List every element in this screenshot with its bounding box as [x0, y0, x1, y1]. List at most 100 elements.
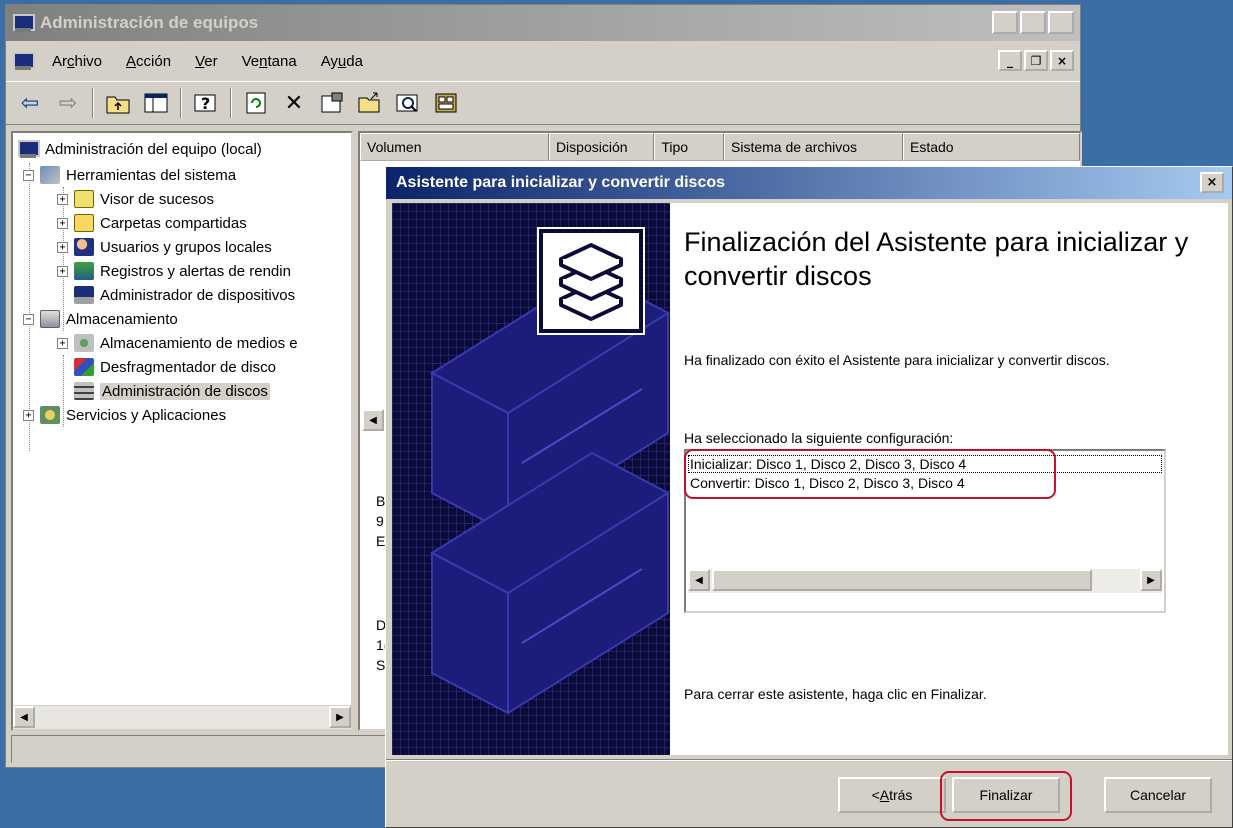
toolbar-separator [230, 88, 232, 118]
window-title-bar[interactable]: Administración de equipos _ □ × [6, 5, 1080, 41]
list-header: Volumen Disposición Tipo Sistema de arch… [360, 133, 1080, 161]
configuration-list[interactable]: Inicializar: Disco 1, Disco 2, Disco 3, … [684, 449, 1166, 613]
open-icon[interactable] [354, 87, 386, 119]
list-scroll-left-button[interactable]: ◀ [362, 409, 384, 431]
menu-label: cción [136, 52, 172, 70]
shared-folder-icon [74, 214, 94, 232]
computer-icon [17, 139, 40, 159]
tree-item-label: Registros y alertas de rendin [100, 262, 291, 280]
toolbar-separator [92, 88, 94, 118]
cancel-button[interactable]: Cancelar [1104, 777, 1212, 813]
expand-toggle[interactable]: + [23, 409, 34, 421]
expand-toggle[interactable]: + [57, 217, 68, 229]
column-header-status[interactable]: Estado [903, 133, 1080, 161]
disk-stack-icon [537, 227, 645, 335]
disk-list-icon[interactable] [430, 87, 462, 119]
back-button-accelerator: A [879, 787, 890, 803]
expand-toggle[interactable]: + [57, 193, 68, 205]
minimize-button[interactable]: _ [992, 11, 1018, 34]
console-tree[interactable]: Administración del equipo (local) − Herr… [11, 131, 353, 731]
config-horizontal-scrollbar[interactable]: ◀ ▶ [688, 569, 1162, 593]
help-icon[interactable]: ? [190, 87, 222, 119]
menu-accelerator: A [126, 52, 137, 70]
show-tree-icon[interactable] [140, 87, 172, 119]
child-restore-button[interactable]: ❐ [1024, 50, 1048, 71]
refresh-icon[interactable] [240, 87, 272, 119]
forward-icon[interactable]: ⇨ [52, 87, 84, 119]
back-button[interactable]: < Atrás [838, 777, 946, 813]
tree-item-device-manager[interactable]: Administrador de dispositivos [74, 283, 295, 307]
performance-icon [74, 262, 94, 280]
column-header-volume[interactable]: Volumen [360, 133, 549, 161]
menu-accion[interactable]: Acción [114, 53, 183, 70]
tree-item-removable-storage[interactable]: + Almacenamiento de medios e [57, 331, 298, 355]
expand-toggle[interactable]: + [57, 241, 68, 253]
menu-label: Ay [320, 52, 338, 70]
tree-item-services[interactable]: + Servicios y Aplicaciones [23, 403, 226, 427]
tree-item-shared-folders[interactable]: + Carpetas compartidas [57, 211, 247, 235]
tree-item-event-viewer[interactable]: + Visor de sucesos [57, 187, 214, 211]
tree-item-label: Administración de discos [100, 382, 270, 400]
tree-item-label: Servicios y Aplicaciones [66, 406, 227, 424]
tree-item-label: Visor de sucesos [100, 190, 214, 208]
tree-horizontal-scrollbar[interactable]: ◀ ▶ [13, 705, 351, 729]
scroll-left-button[interactable]: ◀ [688, 569, 710, 591]
scroll-right-button[interactable]: ▶ [1140, 569, 1162, 591]
disk-wizard-dialog: Asistente para inicializar y convertir d… [385, 166, 1233, 828]
column-header-type[interactable]: Tipo [654, 133, 724, 161]
child-minimize-button[interactable]: _ [998, 50, 1022, 71]
back-button-label: < [871, 787, 880, 803]
tree-item-root[interactable]: Administración del equipo (local) [17, 137, 262, 161]
tree-item-perf-logs[interactable]: + Registros y alertas de rendin [57, 259, 291, 283]
collapse-toggle[interactable]: − [23, 169, 34, 181]
properties-icon[interactable] [316, 87, 348, 119]
delete-icon[interactable]: ✕ [278, 87, 310, 119]
window-controls: _ □ × [992, 11, 1074, 34]
expand-toggle[interactable]: + [57, 337, 68, 349]
tree-item-defragmenter[interactable]: Desfragmentador de disco [74, 355, 276, 379]
dialog-close-button[interactable]: × [1200, 172, 1224, 193]
child-window-controls: _ ❐ × [998, 50, 1074, 71]
menu-ventana[interactable]: Ventana [230, 53, 309, 70]
tree-item-label: Administrador de dispositivos [100, 286, 296, 304]
collapse-toggle[interactable]: − [23, 313, 34, 325]
menu-ayuda[interactable]: Ayuda [309, 53, 375, 70]
column-header-layout[interactable]: Disposición [548, 133, 655, 161]
menu-label: er [204, 52, 218, 70]
tree-item-label: Desfragmentador de disco [100, 358, 276, 376]
back-icon[interactable]: ⇦ [14, 87, 46, 119]
tree-item-local-users[interactable]: + Usuarios y grupos locales [57, 235, 272, 259]
tree-item-label: Almacenamiento [66, 310, 178, 328]
scroll-right-button[interactable]: ▶ [329, 706, 351, 728]
tree-item-label: Administración del equipo (local) [45, 140, 262, 158]
rescan-icon[interactable] [392, 87, 424, 119]
column-header-file-system[interactable]: Sistema de archivos [724, 133, 903, 161]
menu-label: hivo [74, 52, 103, 70]
wizard-summary: Ha finalizado con éxito el Asistente par… [684, 352, 1110, 368]
tree-item-disk-management[interactable]: Administración de discos [74, 379, 270, 403]
config-line-convert[interactable]: Convertir: Disco 1, Disco 2, Disco 3, Di… [688, 475, 965, 491]
removable-storage-icon [74, 334, 94, 352]
storage-icon [40, 310, 60, 328]
config-line-initialize[interactable]: Inicializar: Disco 1, Disco 2, Disco 3, … [688, 455, 1162, 473]
toolbar: ⇦ ⇨ ? ✕ [6, 81, 1080, 125]
tree-item-system-tools[interactable]: − Herramientas del sistema [23, 163, 236, 187]
menu-label: Ar [52, 52, 67, 70]
wizard-heading: Finalización del Asistente para iniciali… [684, 227, 1189, 291]
scroll-thumb[interactable] [712, 569, 1092, 591]
dialog-separator [386, 759, 1232, 761]
up-folder-icon[interactable] [102, 87, 134, 119]
dialog-title-bar[interactable]: Asistente para inicializar y convertir d… [386, 167, 1232, 199]
system-menu-icon[interactable] [12, 51, 35, 71]
expand-toggle[interactable]: + [57, 265, 68, 277]
scroll-left-button[interactable]: ◀ [13, 706, 35, 728]
window-title: Administración de equipos [40, 13, 259, 32]
menu-ver[interactable]: Ver [183, 53, 230, 70]
tree-item-storage[interactable]: − Almacenamiento [23, 307, 178, 331]
close-button[interactable]: × [1048, 11, 1074, 34]
finish-button[interactable]: Finalizar [952, 777, 1060, 813]
maximize-button[interactable]: □ [1020, 11, 1046, 34]
child-close-button[interactable]: × [1050, 50, 1074, 71]
tree-item-label: Almacenamiento de medios e [100, 334, 298, 352]
menu-archivo[interactable]: Archivo [40, 53, 114, 70]
